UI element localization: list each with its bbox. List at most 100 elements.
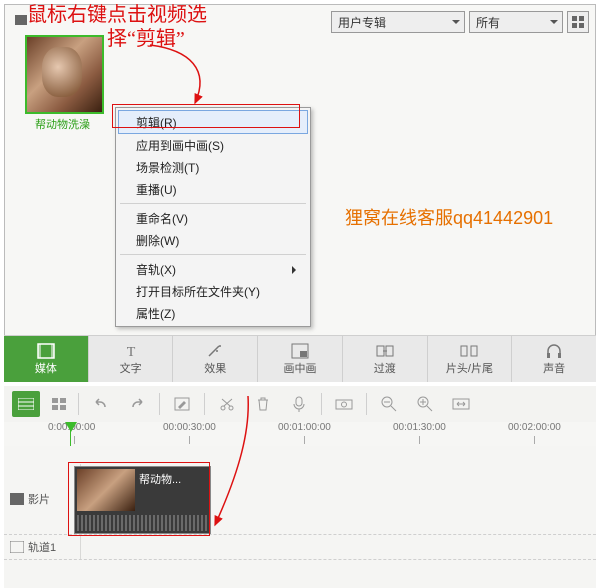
record-button[interactable] [285, 391, 313, 417]
video-track-header: 影片 [4, 464, 81, 534]
ctx-openf-label: 打开目标所在文件夹(Y) [136, 283, 260, 300]
tab-pip[interactable]: 画中画 [258, 336, 343, 382]
svg-text:T: T [126, 345, 135, 359]
ruler-tick-label: 00:02:00:00 [508, 422, 568, 433]
ctx-scene-label: 场景检测(T) [136, 159, 199, 176]
tab-intro[interactable]: 片头/片尾 [428, 336, 513, 382]
snapshot-button[interactable] [330, 391, 358, 417]
ctx-pip-label: 应用到画中画(S) [136, 137, 224, 154]
ctx-properties[interactable]: 属性(Z) [118, 302, 308, 324]
ctx-separator [120, 203, 306, 204]
tool-tabs: 媒体 T 文字 效果 画中画 过渡 片头/片尾 声音 [4, 335, 596, 382]
ctx-apply-pip[interactable]: 应用到画中画(S) [118, 134, 308, 156]
track-1[interactable]: 轨道1 [4, 535, 596, 560]
toolbar-separator [204, 393, 205, 415]
grid-icon [572, 16, 584, 28]
clip-label: 帮动物... [139, 471, 206, 487]
media-thumb-label: 帮动物洗澡 [25, 116, 100, 132]
tab-trans-label: 过渡 [374, 360, 396, 376]
tab-transition[interactable]: 过渡 [343, 336, 428, 382]
scissors-icon [219, 397, 235, 411]
context-menu: 剪辑(R) 应用到画中画(S) 场景检测(T) 重播(U) 重命名(V) 删除(… [115, 107, 311, 327]
filter-combo-label: 所有 [476, 14, 500, 31]
tab-pip-label: 画中画 [284, 360, 317, 376]
ctx-edit[interactable]: 剪辑(R) [118, 110, 308, 134]
clip-waveform [77, 515, 208, 531]
ctx-rename-label: 重命名(V) [136, 210, 188, 227]
film-icon [10, 541, 24, 553]
edit-icon [174, 397, 190, 411]
media-panel: 用户专辑 所有 帮动物洗澡 剪辑(R) 应用到画中画(S) 场景检测(T) 重播… [4, 4, 596, 336]
ctx-edit-label: 剪辑(R) [136, 114, 177, 131]
ruler-tick-label: 00:00:30:00 [163, 422, 223, 433]
chevron-right-icon [292, 266, 300, 274]
intro-icon [460, 343, 478, 359]
ctx-separator [120, 254, 306, 255]
toolbar-separator [78, 393, 79, 415]
zoom-in-icon [417, 396, 433, 412]
pip-icon [291, 343, 309, 359]
album-combo[interactable]: 用户专辑 [331, 11, 465, 33]
ctx-scene-detect[interactable]: 场景检测(T) [118, 156, 308, 178]
tab-sound[interactable]: 声音 [512, 336, 596, 382]
zoom-out-button[interactable] [375, 391, 403, 417]
ctx-rename[interactable]: 重命名(V) [118, 207, 308, 229]
tab-text[interactable]: T 文字 [89, 336, 174, 382]
video-track[interactable]: 影片 帮动物... [4, 464, 596, 535]
tab-media[interactable]: 媒体 [4, 336, 89, 382]
folder-icon [15, 15, 27, 25]
timeline-toolbar [4, 386, 596, 423]
cut-button[interactable] [213, 391, 241, 417]
mic-icon [293, 396, 305, 412]
zoom-in-button[interactable] [411, 391, 439, 417]
ctx-delete-label: 删除(W) [136, 232, 179, 249]
trash-icon [256, 397, 270, 411]
zoom-fit-button[interactable] [447, 391, 475, 417]
ctx-redo-label: 重播(U) [136, 181, 177, 198]
fit-icon [452, 398, 470, 410]
wand-icon [206, 343, 224, 359]
ctx-prop-label: 属性(Z) [136, 305, 175, 322]
tab-media-label: 媒体 [35, 360, 57, 376]
timeline-tracks: 影片 帮动物... 轨道1 [4, 446, 596, 588]
storyboard-icon [52, 398, 66, 410]
tab-effect[interactable]: 效果 [173, 336, 258, 382]
track-1-header: 轨道1 [4, 535, 81, 559]
text-icon: T [122, 343, 140, 359]
tab-intro-label: 片头/片尾 [446, 360, 493, 376]
tab-text-label: 文字 [120, 360, 142, 376]
zoom-out-icon [381, 396, 397, 412]
filter-combo[interactable]: 所有 [469, 11, 563, 33]
delete-button[interactable] [249, 391, 277, 417]
clip-thumb [77, 469, 135, 511]
ctx-redo[interactable]: 重播(U) [118, 178, 308, 200]
video-track-label: 影片 [28, 491, 50, 507]
media-thumb-image [25, 35, 104, 114]
timeline-view-button[interactable] [12, 391, 40, 417]
media-thumb[interactable]: 帮动物洗澡 [25, 35, 100, 132]
edit-button[interactable] [168, 391, 196, 417]
toolbar-separator [159, 393, 160, 415]
film-icon [10, 493, 24, 505]
ruler-tick-label: 00:01:00:00 [278, 422, 338, 433]
camera-icon [335, 398, 353, 410]
undo-button[interactable] [87, 391, 115, 417]
ctx-delete[interactable]: 删除(W) [118, 229, 308, 251]
undo-icon [93, 397, 109, 411]
track-1-label: 轨道1 [28, 539, 56, 555]
headphone-icon [545, 343, 563, 359]
ctx-open-folder[interactable]: 打开目标所在文件夹(Y) [118, 280, 308, 302]
ctx-audio-track[interactable]: 音轨(X) [118, 258, 308, 280]
ruler-tick-label: 0:00:00:00 [48, 422, 108, 433]
timeline-clip[interactable]: 帮动物... [74, 466, 211, 534]
ctx-audio-label: 音轨(X) [136, 261, 176, 278]
view-toggle-button[interactable] [567, 11, 589, 33]
redo-icon [129, 397, 145, 411]
storyboard-view-button[interactable] [48, 394, 70, 414]
transition-icon [376, 343, 394, 359]
film-icon [37, 343, 55, 359]
timeline-ruler[interactable]: 0:00:00:0000:00:30:0000:01:00:0000:01:30… [4, 422, 596, 447]
tab-sound-label: 声音 [543, 360, 565, 376]
redo-button[interactable] [123, 391, 151, 417]
album-combo-label: 用户专辑 [338, 14, 386, 31]
